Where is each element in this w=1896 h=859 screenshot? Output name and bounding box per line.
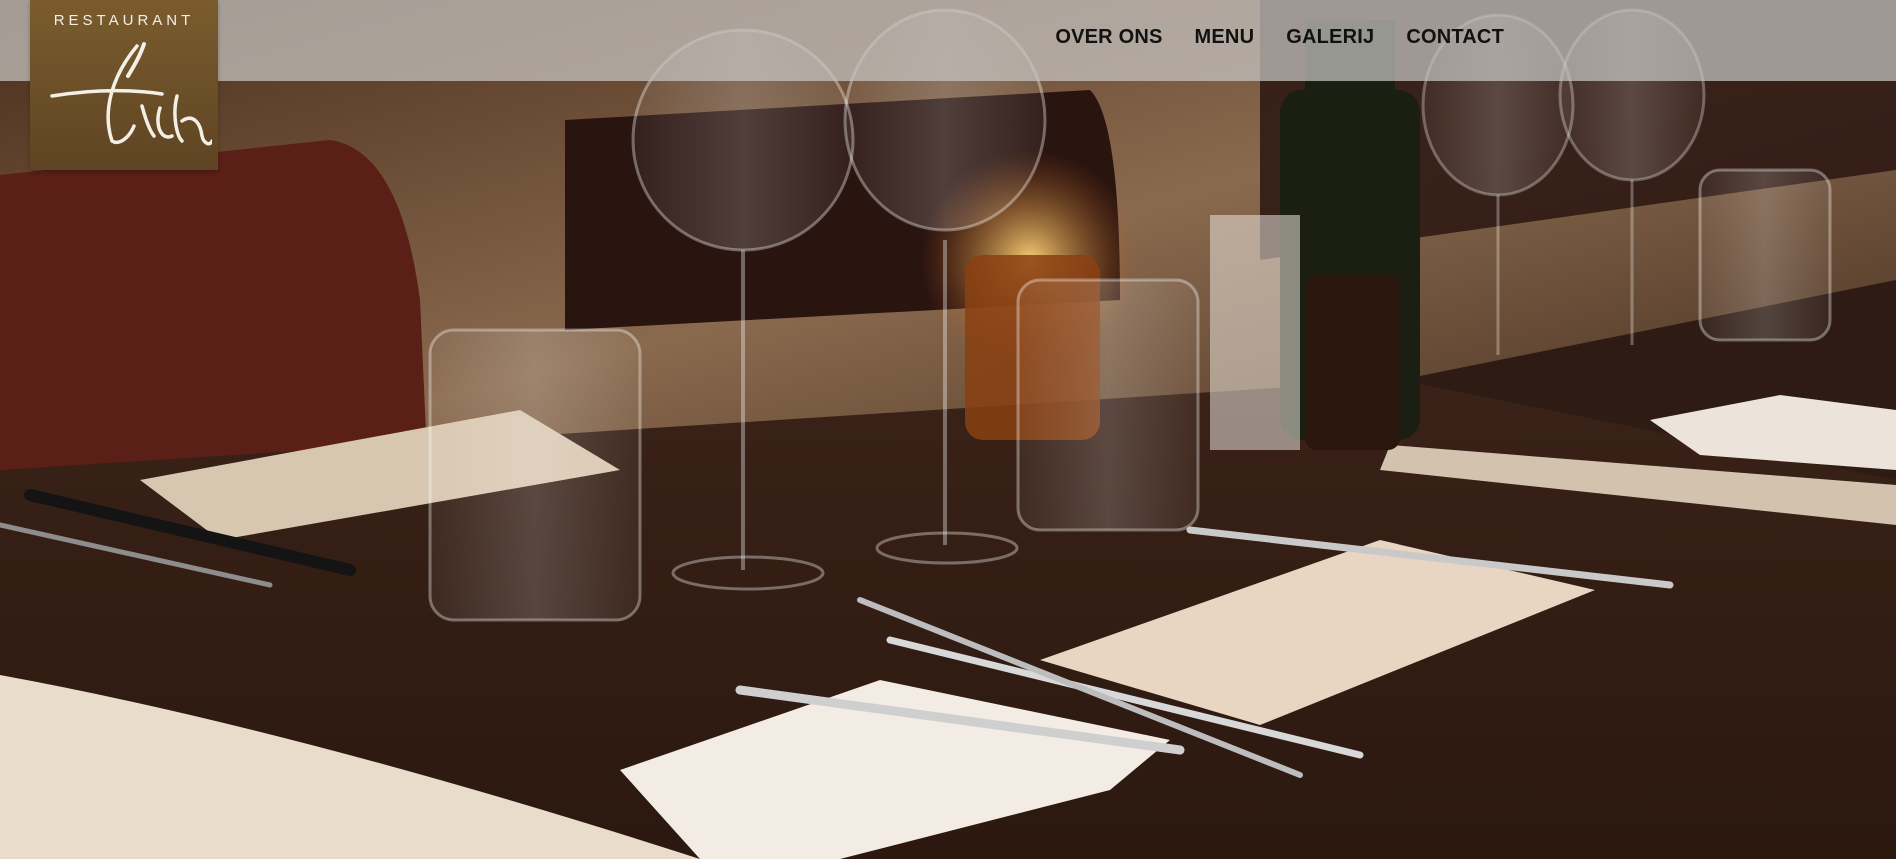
nav-item-menu[interactable]: MENU xyxy=(1179,26,1271,49)
nav-item-over-ons[interactable]: OVER ONS xyxy=(1039,26,1178,49)
top-navigation-bar xyxy=(0,0,1896,81)
main-nav: OVER ONS MENU GALERIJ CONTACT xyxy=(1039,26,1520,49)
restaurant-logo[interactable]: RESTAURANT xyxy=(30,0,218,170)
nav-item-galerij[interactable]: GALERIJ xyxy=(1270,26,1390,49)
nav-item-contact[interactable]: CONTACT xyxy=(1390,26,1520,49)
hero-photo xyxy=(0,0,1896,859)
table-setting-image xyxy=(0,0,1896,859)
signature-logo-icon xyxy=(50,42,212,146)
logo-wordmark: RESTAURANT xyxy=(53,12,195,29)
